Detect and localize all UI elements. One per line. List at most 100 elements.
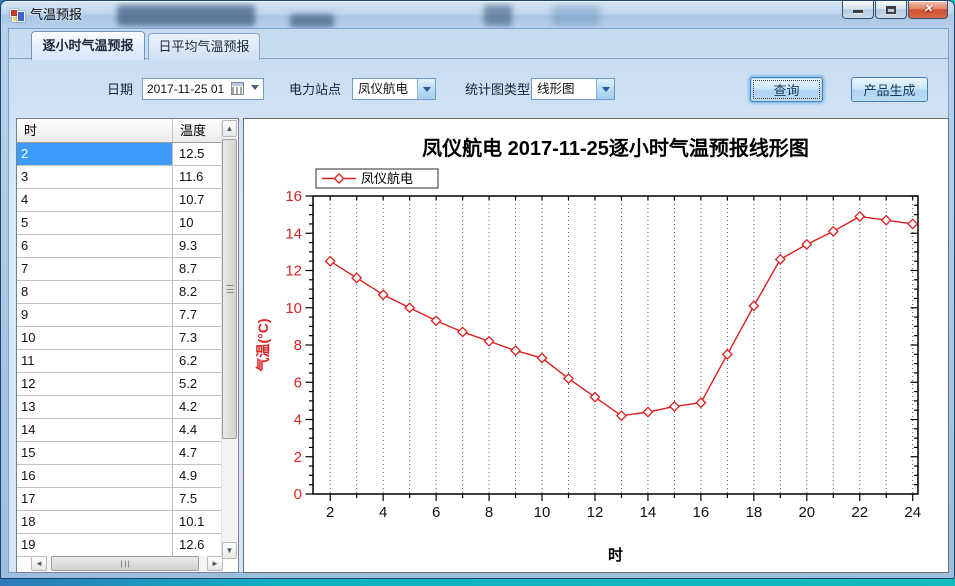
titlebar[interactable]: 气温预报 xyxy=(2,2,953,28)
table-row[interactable]: 154.7 xyxy=(17,442,222,465)
horizontal-scroll-thumb[interactable] xyxy=(51,556,199,571)
cell-temperature[interactable]: 10.1 xyxy=(173,511,222,533)
chart-type-label: 统计图类型 xyxy=(465,82,530,98)
close-button[interactable]: ✕ xyxy=(908,1,948,19)
glass-reflection xyxy=(117,5,255,26)
cell-hour[interactable]: 14 xyxy=(17,419,173,441)
table-row[interactable]: 410.7 xyxy=(17,189,222,212)
cell-temperature[interactable]: 4.7 xyxy=(173,442,222,464)
table-row[interactable]: 510 xyxy=(17,212,222,235)
chevron-down-icon[interactable] xyxy=(596,79,614,99)
cell-temperature[interactable]: 7.7 xyxy=(173,304,222,326)
vertical-scroll-thumb[interactable] xyxy=(222,139,237,439)
column-header-temperature[interactable]: 温度 xyxy=(173,119,222,142)
scroll-down-icon[interactable]: ▼ xyxy=(222,542,237,559)
calendar-dropdown-button[interactable] xyxy=(231,81,261,97)
cell-temperature[interactable]: 7.3 xyxy=(173,327,222,349)
svg-text:8: 8 xyxy=(485,504,493,521)
query-button[interactable]: 查询 xyxy=(750,77,823,102)
cell-temperature[interactable]: 11.6 xyxy=(173,166,222,188)
station-value: 凤仪航电 xyxy=(358,79,408,99)
tab-hourly-forecast[interactable]: 逐小时气温预报 xyxy=(31,31,145,60)
svg-text:0: 0 xyxy=(294,486,302,503)
table-row[interactable]: 78.7 xyxy=(17,258,222,281)
cell-hour[interactable]: 2 xyxy=(17,143,173,165)
glass-reflection xyxy=(484,5,512,26)
cell-hour[interactable]: 18 xyxy=(17,511,173,533)
cell-temperature[interactable]: 12.5 xyxy=(173,143,222,165)
line-chart: 凤仪航电 2017-11-25逐小时气温预报线形图246810121416182… xyxy=(244,119,948,572)
horizontal-scrollbar[interactable]: ◄ ► xyxy=(31,556,223,571)
table-row[interactable]: 97.7 xyxy=(17,304,222,327)
table-row[interactable]: 144.4 xyxy=(17,419,222,442)
cell-temperature[interactable]: 4.9 xyxy=(173,465,222,487)
svg-text:10: 10 xyxy=(534,504,551,521)
svg-text:12: 12 xyxy=(587,504,604,521)
svg-text:24: 24 xyxy=(904,504,921,521)
svg-text:10: 10 xyxy=(285,300,302,317)
cell-temperature[interactable]: 4.4 xyxy=(173,419,222,441)
generate-product-button[interactable]: 产品生成 xyxy=(851,77,928,102)
table-row[interactable]: 69.3 xyxy=(17,235,222,258)
cell-hour[interactable]: 3 xyxy=(17,166,173,188)
cell-hour[interactable]: 15 xyxy=(17,442,173,464)
svg-text:18: 18 xyxy=(745,504,762,521)
cell-hour[interactable]: 19 xyxy=(17,534,173,556)
scroll-up-icon[interactable]: ▲ xyxy=(222,120,237,137)
cell-temperature[interactable]: 10 xyxy=(173,212,222,234)
table-row[interactable]: 212.5 xyxy=(17,143,222,166)
cell-temperature[interactable]: 8.7 xyxy=(173,258,222,280)
chevron-down-icon[interactable] xyxy=(417,79,435,99)
tab-daily-average-forecast[interactable]: 日平均气温预报 xyxy=(148,33,260,60)
cell-temperature[interactable]: 5.2 xyxy=(173,373,222,395)
cell-temperature[interactable]: 9.3 xyxy=(173,235,222,257)
date-value: 2017-11-25 01 xyxy=(147,79,224,99)
cell-hour[interactable]: 5 xyxy=(17,212,173,234)
temperature-table: 时 温度 212.5311.6410.751069.378.788.297.71… xyxy=(16,118,239,573)
cell-hour[interactable]: 12 xyxy=(17,373,173,395)
tab-strip: 逐小时气温预报 日平均气温预报 xyxy=(9,29,948,59)
table-row[interactable]: 164.9 xyxy=(17,465,222,488)
cell-hour[interactable]: 11 xyxy=(17,350,173,372)
cell-hour[interactable]: 6 xyxy=(17,235,173,257)
cell-temperature[interactable]: 6.2 xyxy=(173,350,222,372)
cell-temperature[interactable]: 8.2 xyxy=(173,281,222,303)
table-row[interactable]: 177.5 xyxy=(17,488,222,511)
cell-hour[interactable]: 17 xyxy=(17,488,173,510)
cell-hour[interactable]: 4 xyxy=(17,189,173,211)
cell-hour[interactable]: 9 xyxy=(17,304,173,326)
app-icon xyxy=(10,8,25,23)
cell-hour[interactable]: 8 xyxy=(17,281,173,303)
cell-temperature[interactable]: 12.6 xyxy=(173,534,222,556)
minimize-button[interactable] xyxy=(842,1,874,19)
maximize-button[interactable] xyxy=(875,1,907,19)
cell-hour[interactable]: 7 xyxy=(17,258,173,280)
table-row[interactable]: 88.2 xyxy=(17,281,222,304)
vertical-scrollbar[interactable]: ▲ ▼ xyxy=(221,120,237,559)
table-row[interactable]: 125.2 xyxy=(17,373,222,396)
scroll-left-icon[interactable]: ◄ xyxy=(31,556,47,571)
table-row[interactable]: 311.6 xyxy=(17,166,222,189)
cell-hour[interactable]: 13 xyxy=(17,396,173,418)
cell-temperature[interactable]: 4.2 xyxy=(173,396,222,418)
station-select[interactable]: 凤仪航电 xyxy=(352,78,436,100)
table-row[interactable]: 116.2 xyxy=(17,350,222,373)
date-picker[interactable]: 2017-11-25 01 xyxy=(142,78,264,100)
close-icon: ✕ xyxy=(909,1,947,18)
table-row[interactable]: 107.3 xyxy=(17,327,222,350)
svg-text:20: 20 xyxy=(798,504,815,521)
table-row[interactable]: 134.2 xyxy=(17,396,222,419)
cell-hour[interactable]: 10 xyxy=(17,327,173,349)
svg-text:14: 14 xyxy=(285,225,302,242)
cell-temperature[interactable]: 10.7 xyxy=(173,189,222,211)
table-row[interactable]: 1912.6 xyxy=(17,534,222,557)
svg-text:2: 2 xyxy=(326,504,334,521)
cell-temperature[interactable]: 7.5 xyxy=(173,488,222,510)
table-row[interactable]: 1810.1 xyxy=(17,511,222,534)
glass-reflection xyxy=(552,5,600,26)
scroll-right-icon[interactable]: ► xyxy=(207,556,223,571)
column-header-hour[interactable]: 时 xyxy=(17,119,173,142)
chart-type-select[interactable]: 线形图 xyxy=(531,78,615,100)
cell-hour[interactable]: 16 xyxy=(17,465,173,487)
svg-text:凤仪航电 2017-11-25逐小时气温预报线形图: 凤仪航电 2017-11-25逐小时气温预报线形图 xyxy=(422,136,809,160)
